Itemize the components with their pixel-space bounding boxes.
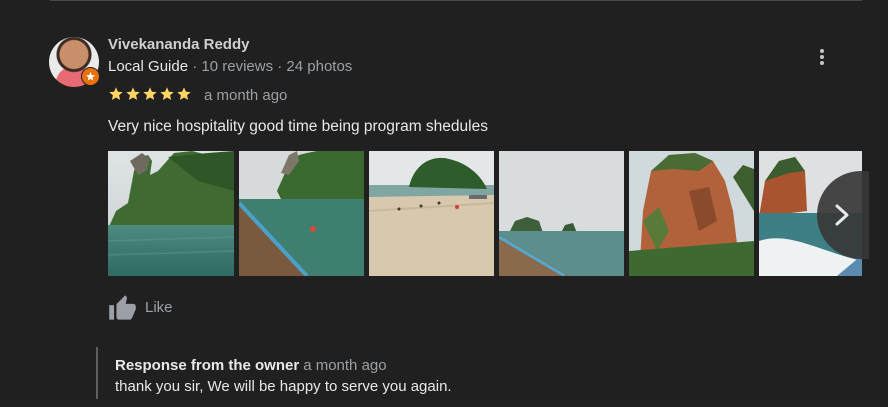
review-photo[interactable] [499,151,624,276]
more-options-button[interactable] [811,45,833,69]
review-photo[interactable] [239,151,364,276]
local-guide-badge-icon [81,67,100,86]
owner-response-label: Response from the owner [115,357,300,374]
photo-strip [108,151,862,276]
local-guide-label: Local Guide [108,58,189,75]
review-photo[interactable] [369,151,494,276]
review-text: Very nice hospitality good time being pr… [108,118,488,135]
star-icon [177,87,191,100]
review-card: Vivekananda Reddy Local Guide · 10 revie… [0,0,888,407]
review-photo[interactable] [108,151,234,276]
like-button[interactable]: Like [108,292,173,322]
star-rating [108,86,192,104]
like-label: Like [145,298,173,316]
review-date: a month ago [204,87,288,104]
reviewer-stats: · 10 reviews · 24 photos [188,58,353,75]
star-icon [143,87,157,100]
star-icon [126,87,140,100]
reviewer-name[interactable]: Vivekananda Reddy [108,36,249,53]
divider [50,0,862,1]
review-photo[interactable] [629,151,754,276]
owner-response-text: thank you sir, We will be happy to serve… [115,378,452,395]
thumb-up-icon [109,294,136,320]
owner-response-date: a month ago [303,357,387,374]
owner-response-divider [96,347,98,399]
more-vert-icon [820,49,824,65]
star-icon [109,87,123,100]
owner-response-header: Response from the owner a month ago [115,357,387,374]
chevron-right-icon [835,204,849,226]
reviewer-meta: Local Guide · 10 reviews · 24 photos [108,58,352,75]
star-icon [160,87,174,100]
